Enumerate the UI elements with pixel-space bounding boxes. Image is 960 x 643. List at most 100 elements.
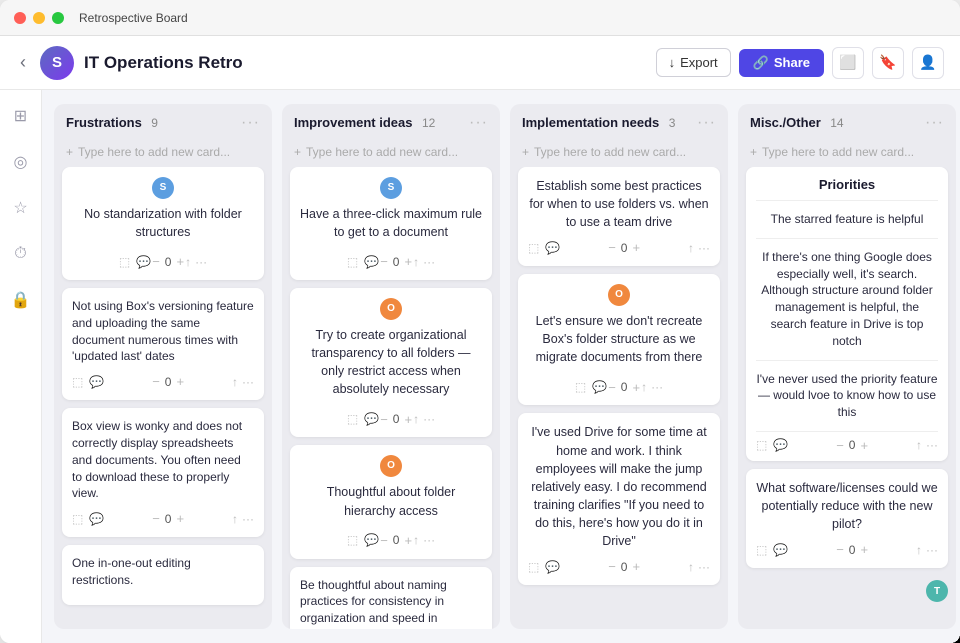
copy-icon-f2[interactable]: ⬚ bbox=[72, 374, 83, 391]
vote-count-imp3: 0 bbox=[621, 559, 628, 576]
bookmark-icon: 🔖 bbox=[879, 54, 896, 71]
column-menu-frustrations[interactable]: ··· bbox=[241, 114, 260, 132]
bookmark-button[interactable]: 🔖 bbox=[872, 47, 904, 79]
copy-icon-f1[interactable]: ⬚ bbox=[119, 254, 130, 271]
vote-plus-priority[interactable]: + bbox=[859, 438, 869, 453]
menu-icon-i2[interactable]: ··· bbox=[423, 411, 435, 428]
comment-icon-i3[interactable]: 💬 bbox=[364, 532, 379, 549]
copy-icon-imp2[interactable]: ⬚ bbox=[575, 379, 586, 396]
user-button[interactable]: 👤 bbox=[912, 47, 944, 79]
upload-icon-priority[interactable]: ↑ bbox=[916, 438, 922, 452]
column-menu-improvement[interactable]: ··· bbox=[469, 114, 488, 132]
copy-icon-imp1[interactable]: ⬚ bbox=[528, 240, 539, 257]
vote-minus-priority[interactable]: − bbox=[835, 438, 845, 453]
vote-minus-imp1[interactable]: − bbox=[607, 239, 617, 258]
vote-minus-i3[interactable]: − bbox=[379, 532, 389, 551]
column-header-frustrations: Frustrations 9 ··· bbox=[54, 104, 272, 140]
copy-icon-i3[interactable]: ⬚ bbox=[347, 532, 358, 549]
vote-count-imp2: 0 bbox=[621, 379, 628, 396]
export-button[interactable]: ↓ Export bbox=[656, 48, 731, 77]
vote-i2: − 0 + bbox=[379, 411, 413, 430]
minimize-button[interactable] bbox=[33, 12, 45, 24]
priority-title: Priorities bbox=[756, 177, 938, 192]
vote-minus-f1[interactable]: − bbox=[151, 253, 161, 272]
vote-plus-i2[interactable]: + bbox=[403, 411, 413, 430]
vote-minus-i1[interactable]: − bbox=[379, 253, 389, 272]
upload-icon-i1[interactable]: ↑ bbox=[413, 254, 419, 271]
vote-minus-f2[interactable]: − bbox=[151, 373, 161, 392]
back-button[interactable]: ‹ bbox=[16, 48, 30, 77]
column-menu-misc[interactable]: ··· bbox=[925, 114, 944, 132]
copy-icon-f3[interactable]: ⬚ bbox=[72, 511, 83, 528]
card-text-imp1: Establish some best practices for when t… bbox=[528, 177, 710, 231]
upload-icon-i2[interactable]: ↑ bbox=[413, 411, 419, 428]
share-button[interactable]: 🔗 Share bbox=[739, 49, 824, 77]
vote-plus-m1[interactable]: + bbox=[859, 541, 869, 560]
maximize-button[interactable] bbox=[52, 12, 64, 24]
comment-icon-i2[interactable]: 💬 bbox=[364, 411, 379, 428]
vote-plus-f1[interactable]: + bbox=[175, 253, 185, 272]
vote-plus-imp2[interactable]: + bbox=[631, 379, 641, 398]
sidebar-clock-icon[interactable]: ⏱ bbox=[7, 240, 35, 268]
menu-icon-f3[interactable]: ··· bbox=[242, 511, 254, 528]
menu-icon-imp2[interactable]: ··· bbox=[651, 379, 663, 396]
menu-icon-i3[interactable]: ··· bbox=[423, 532, 435, 549]
comment-icon-priority[interactable]: 💬 bbox=[773, 438, 788, 452]
add-card-improvement[interactable]: + Type here to add new card... bbox=[282, 140, 500, 167]
menu-icon-f2[interactable]: ··· bbox=[242, 374, 254, 391]
sidebar-layers-icon[interactable]: ⊞ bbox=[7, 102, 35, 130]
comment-icon-m1[interactable]: 💬 bbox=[773, 542, 788, 559]
column-menu-implementation[interactable]: ··· bbox=[697, 114, 716, 132]
priority-item-3: I've never used the priority feature — w… bbox=[756, 367, 938, 425]
add-card-frustrations[interactable]: + Type here to add new card... bbox=[54, 140, 272, 167]
add-card-misc[interactable]: + Type here to add new card... bbox=[738, 140, 956, 167]
vote-minus-imp2[interactable]: − bbox=[607, 379, 617, 398]
sidebar-star-icon[interactable]: ☆ bbox=[7, 194, 35, 222]
add-card-implementation[interactable]: + Type here to add new card... bbox=[510, 140, 728, 167]
sidebar-lock-icon[interactable]: 🔒 bbox=[7, 286, 35, 314]
comment-icon-f2[interactable]: 💬 bbox=[89, 374, 104, 391]
vote-plus-imp1[interactable]: + bbox=[631, 239, 641, 258]
vote-minus-f3[interactable]: − bbox=[151, 510, 161, 529]
close-button[interactable] bbox=[14, 12, 26, 24]
upload-icon-f3[interactable]: ↑ bbox=[232, 511, 238, 528]
comment-icon-imp2[interactable]: 💬 bbox=[592, 379, 607, 396]
upload-icon-m1[interactable]: ↑ bbox=[916, 542, 922, 559]
copy-icon-i1[interactable]: ⬚ bbox=[347, 254, 358, 271]
comment-icon-f1[interactable]: 💬 bbox=[136, 254, 151, 271]
upload-icon-i3[interactable]: ↑ bbox=[413, 532, 419, 549]
vote-minus-m1[interactable]: − bbox=[835, 541, 845, 560]
vote-f3: − 0 + bbox=[151, 510, 185, 529]
menu-icon-m1[interactable]: ··· bbox=[926, 542, 938, 559]
menu-icon-imp3[interactable]: ··· bbox=[698, 559, 710, 576]
copy-icon-priority[interactable]: ⬚ bbox=[756, 438, 767, 452]
window-title: Retrospective Board bbox=[79, 11, 188, 25]
upload-icon-f2[interactable]: ↑ bbox=[232, 374, 238, 391]
upload-icon-imp1[interactable]: ↑ bbox=[688, 240, 694, 257]
menu-icon-f1[interactable]: ··· bbox=[195, 254, 207, 271]
sidebar-eye-icon[interactable]: ◎ bbox=[7, 148, 35, 176]
menu-icon-i1[interactable]: ··· bbox=[423, 254, 435, 271]
upload-icon-imp2[interactable]: ↑ bbox=[641, 379, 647, 396]
copy-icon-i2[interactable]: ⬚ bbox=[347, 411, 358, 428]
vote-minus-imp3[interactable]: − bbox=[607, 558, 617, 577]
vote-plus-f3[interactable]: + bbox=[175, 510, 185, 529]
vote-plus-imp3[interactable]: + bbox=[631, 558, 641, 577]
upload-icon-f1[interactable]: ↑ bbox=[185, 254, 191, 271]
vote-plus-i3[interactable]: + bbox=[403, 532, 413, 551]
comment-icon-f3[interactable]: 💬 bbox=[89, 511, 104, 528]
vote-minus-i2[interactable]: − bbox=[379, 411, 389, 430]
vote-plus-f2[interactable]: + bbox=[175, 373, 185, 392]
comment-icon-i1[interactable]: 💬 bbox=[364, 254, 379, 271]
card-footer-imp3: ⬚ 💬 − 0 + ↑ ··· bbox=[528, 558, 710, 577]
monitor-button[interactable]: ⬜ bbox=[832, 47, 864, 79]
menu-icon-priority[interactable]: ··· bbox=[926, 438, 938, 452]
priority-item-2: If there's one thing Google does especia… bbox=[756, 245, 938, 354]
menu-icon-imp1[interactable]: ··· bbox=[698, 240, 710, 257]
comment-icon-imp3[interactable]: 💬 bbox=[545, 559, 560, 576]
comment-icon-imp1[interactable]: 💬 bbox=[545, 240, 560, 257]
copy-icon-m1[interactable]: ⬚ bbox=[756, 542, 767, 559]
copy-icon-imp3[interactable]: ⬚ bbox=[528, 559, 539, 576]
upload-icon-imp3[interactable]: ↑ bbox=[688, 559, 694, 576]
vote-plus-i1[interactable]: + bbox=[403, 253, 413, 272]
